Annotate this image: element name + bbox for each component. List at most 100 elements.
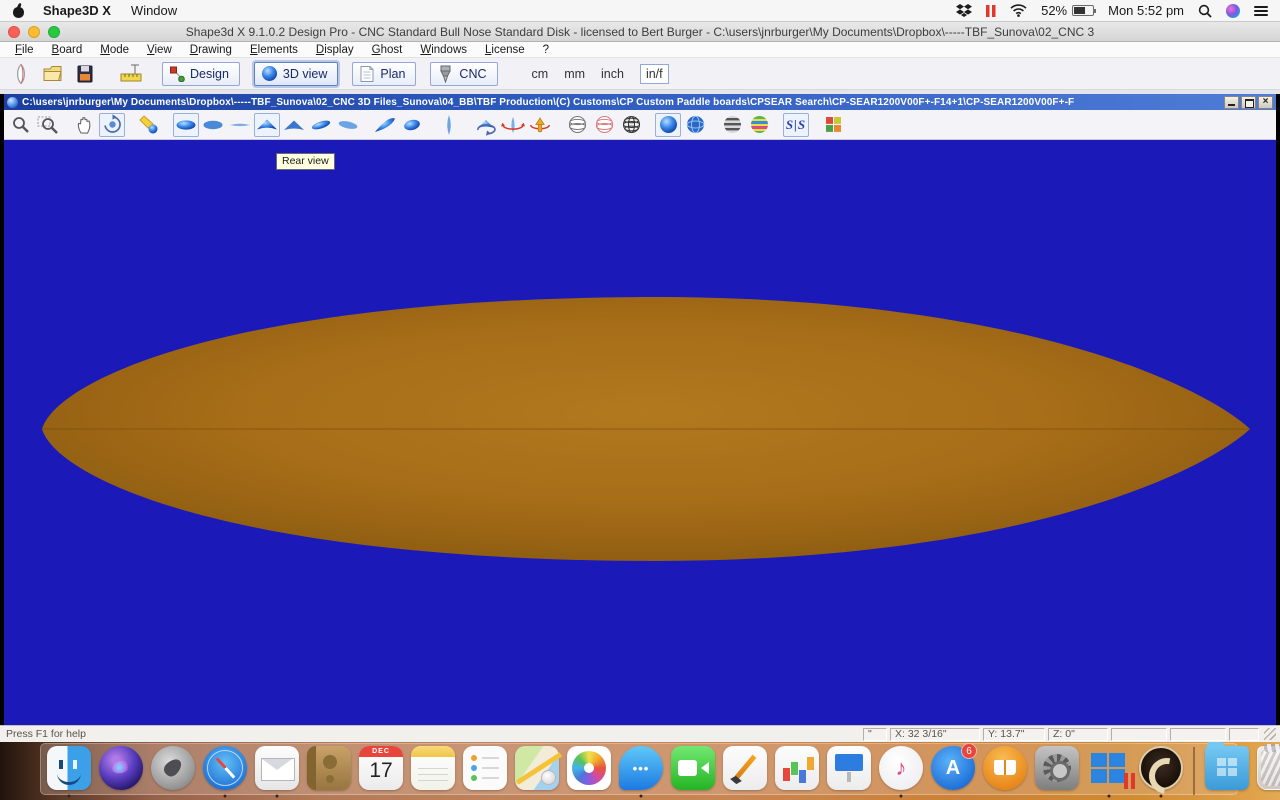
light-tool-icon[interactable] <box>136 113 162 137</box>
wifi-icon[interactable] <box>1010 4 1027 17</box>
dock-parallels-windows[interactable]: ● <box>1086 745 1132 799</box>
measurements-icon[interactable] <box>116 62 146 86</box>
dock-facetime[interactable] <box>670 745 716 799</box>
unit-inf[interactable]: in/f <box>640 64 669 84</box>
menu-help[interactable]: ? <box>534 44 558 56</box>
rotate-tool-icon[interactable] <box>99 113 125 137</box>
open-file-icon[interactable] <box>38 62 68 86</box>
dock-itunes[interactable]: ♪● <box>878 745 924 799</box>
document-close-button[interactable]: × <box>1258 96 1273 109</box>
menu-board[interactable]: Board <box>43 44 92 56</box>
save-icon[interactable] <box>70 62 100 86</box>
unit-cm[interactable]: cm <box>532 67 549 81</box>
running-indicator: ● <box>618 794 664 800</box>
close-window-button[interactable] <box>8 26 20 38</box>
battery-indicator[interactable]: 52% <box>1041 3 1094 18</box>
menu-elements[interactable]: Elements <box>241 44 307 56</box>
symmetry-icon[interactable]: S|S <box>783 113 809 137</box>
dropbox-icon[interactable] <box>956 4 972 18</box>
new-board-icon[interactable] <box>6 62 36 86</box>
design-mode-button[interactable]: Design <box>162 62 240 86</box>
textured-render-icon[interactable] <box>682 113 708 137</box>
minimize-window-button[interactable] <box>28 26 40 38</box>
3d-canvas[interactable] <box>4 140 1276 725</box>
dock-pages[interactable] <box>722 745 768 799</box>
menu-display[interactable]: Display <box>307 44 363 56</box>
menubar-clock[interactable]: Mon 5:52 pm <box>1108 3 1184 18</box>
gray-layers-render-icon[interactable] <box>719 113 745 137</box>
dock-app-store[interactable]: A6 <box>930 745 976 799</box>
3d-view-mode-button[interactable]: 3D view <box>254 62 338 86</box>
photos-icon <box>567 746 611 790</box>
dock-maps[interactable] <box>514 745 560 799</box>
menu-windows[interactable]: Windows <box>411 44 476 56</box>
dock-system-preferences[interactable] <box>1034 745 1080 799</box>
color-layers-render-icon[interactable] <box>746 113 772 137</box>
dock-messages[interactable]: •••● <box>618 745 664 799</box>
perspective-view-1-icon[interactable] <box>308 113 334 137</box>
spin-view-icon[interactable] <box>473 113 499 137</box>
dock-siri[interactable] <box>98 745 144 799</box>
perspective-view-4-icon[interactable] <box>399 113 425 137</box>
resize-grip[interactable] <box>1264 728 1276 740</box>
orbit-horizontal-icon[interactable] <box>500 113 526 137</box>
spotlight-icon[interactable] <box>1198 4 1212 18</box>
quad-view-icon[interactable] <box>820 113 846 137</box>
mesh-render-icon[interactable] <box>618 113 644 137</box>
notification-center-icon[interactable] <box>1254 6 1268 16</box>
bottom-view-icon[interactable] <box>200 113 226 137</box>
pan-tool-icon[interactable] <box>72 113 98 137</box>
menu-view[interactable]: View <box>138 44 181 56</box>
dock-trash[interactable] <box>1256 745 1280 799</box>
active-app-name[interactable]: Shape3D X <box>43 3 111 18</box>
menu-ghost[interactable]: Ghost <box>363 44 412 56</box>
perspective-view-2-icon[interactable] <box>335 113 361 137</box>
dock-contacts[interactable] <box>306 745 352 799</box>
dock-windows-folder[interactable] <box>1204 745 1250 799</box>
dock-notes[interactable] <box>410 745 456 799</box>
siri-app-icon <box>99 746 143 790</box>
dock-calendar[interactable]: DEC17 <box>358 745 404 799</box>
dock-numbers[interactable] <box>774 745 820 799</box>
orbit-vertical-icon[interactable] <box>527 113 553 137</box>
unit-mm[interactable]: mm <box>564 67 585 81</box>
running-indicator: ● <box>254 794 300 800</box>
wireframe-render-icon[interactable] <box>564 113 590 137</box>
dock-keynote[interactable] <box>826 745 872 799</box>
top-view-icon[interactable] <box>173 113 199 137</box>
zoom-window-tool-icon[interactable] <box>35 113 61 137</box>
plan-mode-button[interactable]: Plan <box>352 62 416 86</box>
menu-license[interactable]: License <box>476 44 534 56</box>
dock-finder[interactable]: ● <box>46 745 92 799</box>
status-bar: Press F1 for help " X: 32 3/16" Y: 13.7"… <box>0 725 1280 742</box>
dock-wave-app[interactable]: ● <box>1138 745 1184 799</box>
profile-view-icon[interactable] <box>436 113 462 137</box>
rear-view-icon[interactable] <box>254 113 280 137</box>
dock-ibooks[interactable] <box>982 745 1028 799</box>
menu-drawing[interactable]: Drawing <box>181 44 241 56</box>
front-view-icon[interactable] <box>281 113 307 137</box>
dock-mail[interactable]: ● <box>254 745 300 799</box>
zoom-tool-icon[interactable] <box>8 113 34 137</box>
menubar-item-window[interactable]: Window <box>131 3 177 18</box>
status-empty-cell-1 <box>1111 728 1167 741</box>
parallels-status-icon[interactable] <box>986 4 996 18</box>
document-minimize-button[interactable] <box>1224 96 1239 109</box>
dock-launchpad[interactable] <box>150 745 196 799</box>
document-titlebar[interactable]: C:\users\jnrburger\My Documents\Dropbox\… <box>4 94 1276 110</box>
zoom-window-button[interactable] <box>48 26 60 38</box>
dock-photos[interactable] <box>566 745 612 799</box>
solid-render-icon[interactable] <box>655 113 681 137</box>
siri-icon[interactable] <box>1226 4 1240 18</box>
menu-mode[interactable]: Mode <box>91 44 138 56</box>
cnc-mode-button[interactable]: CNC <box>430 62 497 86</box>
apple-menu-icon[interactable] <box>12 3 25 18</box>
dock-safari[interactable]: ● <box>202 745 248 799</box>
perspective-view-3-icon[interactable] <box>372 113 398 137</box>
wireframe-red-render-icon[interactable] <box>591 113 617 137</box>
dock-reminders[interactable] <box>462 745 508 799</box>
side-view-icon[interactable] <box>227 113 253 137</box>
menu-file[interactable]: File <box>6 44 43 56</box>
unit-inch[interactable]: inch <box>601 67 624 81</box>
document-restore-button[interactable] <box>1241 96 1256 109</box>
